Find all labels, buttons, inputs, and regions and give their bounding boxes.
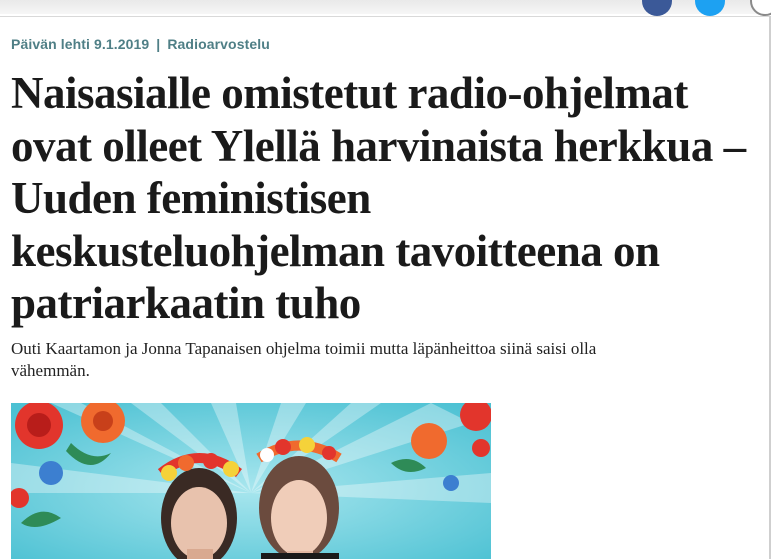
headline-line: ovat olleet Ylellä harvinaista herkkua – — [11, 120, 746, 171]
article-kicker: Päivän lehti 9.1.2019 | Radioarvostelu — [11, 36, 270, 52]
article-headline: Naisasialle omistetut radio-ohjelmat ova… — [11, 67, 771, 330]
headline-line: keskusteluohjelman tavoitteena on — [11, 225, 660, 276]
headline-line: Naisasialle omistetut radio-ohjelmat — [11, 68, 688, 118]
headline-line: patriarkaatin tuho — [11, 278, 361, 328]
hero-illustration — [11, 403, 491, 559]
kicker-separator: | — [156, 36, 161, 52]
headline-line: Uuden feministisen — [11, 173, 371, 223]
browser-top-strip — [0, 0, 771, 17]
person-left — [157, 453, 242, 559]
lead-line: vähemmän. — [11, 361, 90, 380]
article-lead: Outi Kaartamon ja Jonna Tapanaisen ohjel… — [11, 338, 711, 382]
hero-image[interactable] — [11, 403, 491, 559]
issue-date-link[interactable]: Päivän lehti 9.1.2019 — [11, 36, 149, 52]
lead-line: Outi Kaartamon ja Jonna Tapanaisen ohjel… — [11, 339, 597, 358]
section-link[interactable]: Radioarvostelu — [167, 36, 270, 52]
